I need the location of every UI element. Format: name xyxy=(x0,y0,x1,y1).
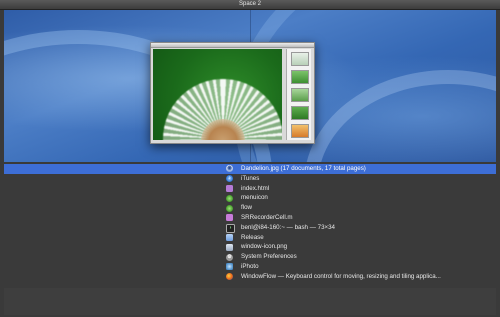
preview-window-thumbnail[interactable] xyxy=(150,42,315,144)
image-file-icon xyxy=(226,243,233,251)
window-list-item[interactable]: WindowFlow — Keyboard control for moving… xyxy=(4,272,496,282)
window-list-item[interactable]: › benl@i84-160:~ — bash — 73×34 xyxy=(4,223,496,234)
window-list-item-label: iPhoto xyxy=(241,262,259,270)
window-list-item-label: WindowFlow — Keyboard control for moving… xyxy=(241,272,441,280)
itunes-icon: ♪ xyxy=(226,175,233,183)
window-list-item-label: SRRecorderCell.m xyxy=(241,213,293,221)
app-icon xyxy=(226,194,233,202)
window-list-item-label: Release xyxy=(241,233,264,241)
window-list-item[interactable]: iPhoto xyxy=(4,262,496,272)
window-list-item[interactable]: SRRecorderCell.m xyxy=(4,213,496,223)
window-list-item[interactable]: index.html xyxy=(4,184,496,194)
window-list: ◉ Dandelion.jpg (17 documents, 17 total … xyxy=(4,164,496,282)
window-list-item[interactable]: flow xyxy=(4,203,496,213)
firefox-icon xyxy=(226,273,233,281)
window-titlebar: Space 2 xyxy=(0,0,500,10)
page-thumbnail[interactable] xyxy=(291,106,309,120)
window-list-item[interactable]: ⚙ System Preferences xyxy=(4,252,496,262)
window-list-item-label: benl@i84-160:~ — bash — 73×34 xyxy=(241,223,335,231)
window-title: Space 2 xyxy=(238,1,262,7)
window-list-item-label: System Preferences xyxy=(241,253,297,261)
window-list-item-selected[interactable]: ◉ Dandelion.jpg (17 documents, 17 total … xyxy=(4,164,496,174)
window-list-item-label: index.html xyxy=(241,184,270,192)
source-file-icon xyxy=(226,214,233,222)
page-thumbnail[interactable] xyxy=(291,124,309,138)
window-list-item[interactable]: ♪ iTunes xyxy=(4,174,496,184)
iphoto-icon xyxy=(226,263,233,271)
folder-icon xyxy=(226,233,233,241)
spaces-desktop-preview[interactable] xyxy=(4,10,496,162)
dandelion-image xyxy=(153,49,282,140)
page-thumbnail[interactable] xyxy=(291,88,309,102)
system-preferences-icon: ⚙ xyxy=(226,253,233,261)
window-list-item-label: Dandelion.jpg (17 documents, 17 total pa… xyxy=(241,165,366,172)
page-thumbnail[interactable] xyxy=(291,70,309,84)
window-list-item[interactable]: window-icon.png xyxy=(4,242,496,252)
window-list-item-label: menuicon xyxy=(241,194,268,202)
window-list-item-label: window-icon.png xyxy=(241,243,288,251)
preview-sidebar-thumbnails[interactable] xyxy=(286,49,311,140)
preview-window-titlebar xyxy=(151,43,314,48)
window-list-item[interactable]: menuicon xyxy=(4,193,496,203)
window-list-item-label: iTunes xyxy=(241,174,260,182)
html-file-icon xyxy=(226,184,233,192)
preview-icon: ◉ xyxy=(226,165,233,173)
list-empty-area xyxy=(4,288,496,315)
page-thumbnail[interactable] xyxy=(291,52,309,66)
window-list-item-label: flow xyxy=(241,204,253,212)
window-list-item[interactable]: Release xyxy=(4,233,496,243)
app-icon xyxy=(226,204,233,212)
